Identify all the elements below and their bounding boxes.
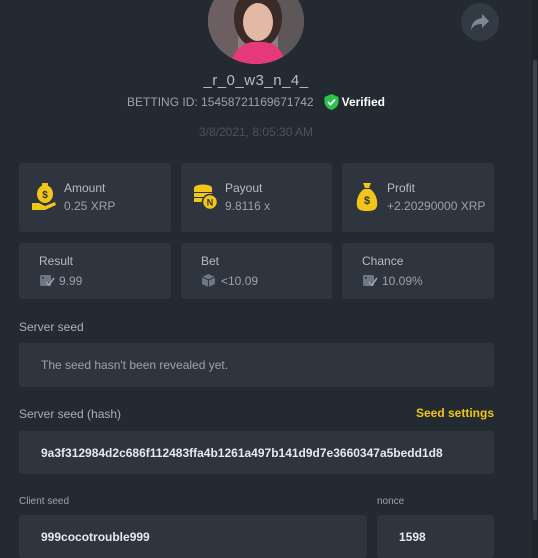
verified-badge: Verified bbox=[324, 94, 385, 110]
payout-label: Payout bbox=[225, 181, 263, 195]
client-seed-field[interactable]: 999cocotrouble999 bbox=[19, 515, 367, 558]
server-seed-hash-value: 9a3f312984d2c686f112483ffa4b1261a497b141… bbox=[41, 445, 443, 460]
amount-label: Amount bbox=[64, 181, 106, 195]
result-label: Result bbox=[39, 254, 74, 268]
client-seed-label: Client seed bbox=[19, 496, 70, 507]
coin-stack-icon: N bbox=[193, 183, 219, 216]
result-card: Result 9.99 bbox=[19, 243, 171, 299]
profit-card: $ Profit +2.20290000 XRP bbox=[342, 163, 494, 232]
chance-label: Chance bbox=[362, 254, 404, 268]
svg-text:N: N bbox=[207, 198, 214, 208]
chance-card: Chance 10.09% bbox=[342, 243, 494, 299]
payout-card: N Payout 9.8116 x bbox=[181, 163, 332, 232]
betting-id-row: BETTING ID: 15458721169671742 Verified bbox=[0, 94, 512, 110]
server-seed-hash-label: Server seed (hash) bbox=[19, 407, 122, 421]
nonce-field[interactable]: 1598 bbox=[377, 515, 494, 558]
amount-card: $ Amount 0.25 XRP bbox=[19, 163, 171, 232]
verified-label: Verified bbox=[341, 95, 385, 109]
avatar bbox=[208, 0, 304, 64]
verified-shield-icon bbox=[324, 94, 339, 110]
bet-label: Bet bbox=[201, 254, 220, 268]
amount-value: 0.25 XRP bbox=[64, 199, 116, 213]
scrollbar-thumb[interactable] bbox=[533, 60, 537, 520]
svg-text:$: $ bbox=[364, 195, 370, 207]
server-seed-value: The seed hasn't been revealed yet. bbox=[41, 358, 229, 372]
scrollbar[interactable] bbox=[532, 0, 538, 558]
nonce-value: 1598 bbox=[399, 529, 426, 544]
profit-value: +2.20290000 XRP bbox=[387, 199, 486, 213]
result-value: 9.99 bbox=[59, 274, 83, 288]
money-bag-icon: $ bbox=[356, 183, 378, 216]
nonce-label: nonce bbox=[377, 496, 405, 507]
client-seed-value: 999cocotrouble999 bbox=[41, 529, 150, 544]
server-seed-label: Server seed bbox=[19, 320, 84, 334]
betting-id: BETTING ID: 15458721169671742 bbox=[127, 95, 314, 109]
profit-label: Profit bbox=[387, 181, 416, 195]
share-button[interactable] bbox=[461, 3, 499, 41]
dice-icon bbox=[201, 273, 216, 293]
dice-check-icon bbox=[362, 273, 378, 293]
server-seed-hash-field[interactable]: 9a3f312984d2c686f112483ffa4b1261a497b141… bbox=[19, 431, 494, 474]
bet-datetime: 3/8/2021, 8:05:30 AM bbox=[198, 125, 314, 139]
bet-card: Bet <10.09 bbox=[181, 243, 332, 299]
payout-value: 9.8116 x bbox=[225, 199, 271, 213]
share-icon bbox=[471, 14, 489, 30]
svg-text:$: $ bbox=[42, 190, 48, 201]
username: _r_0_w3_n_4_ bbox=[203, 72, 309, 89]
chance-value: 10.09% bbox=[382, 274, 423, 288]
money-bag-hand-icon: $ bbox=[31, 183, 57, 216]
seed-settings-link[interactable]: Seed settings bbox=[416, 406, 494, 420]
dice-check-icon bbox=[39, 273, 55, 293]
bet-value: <10.09 bbox=[221, 274, 259, 288]
server-seed-field: The seed hasn't been revealed yet. bbox=[19, 343, 494, 387]
